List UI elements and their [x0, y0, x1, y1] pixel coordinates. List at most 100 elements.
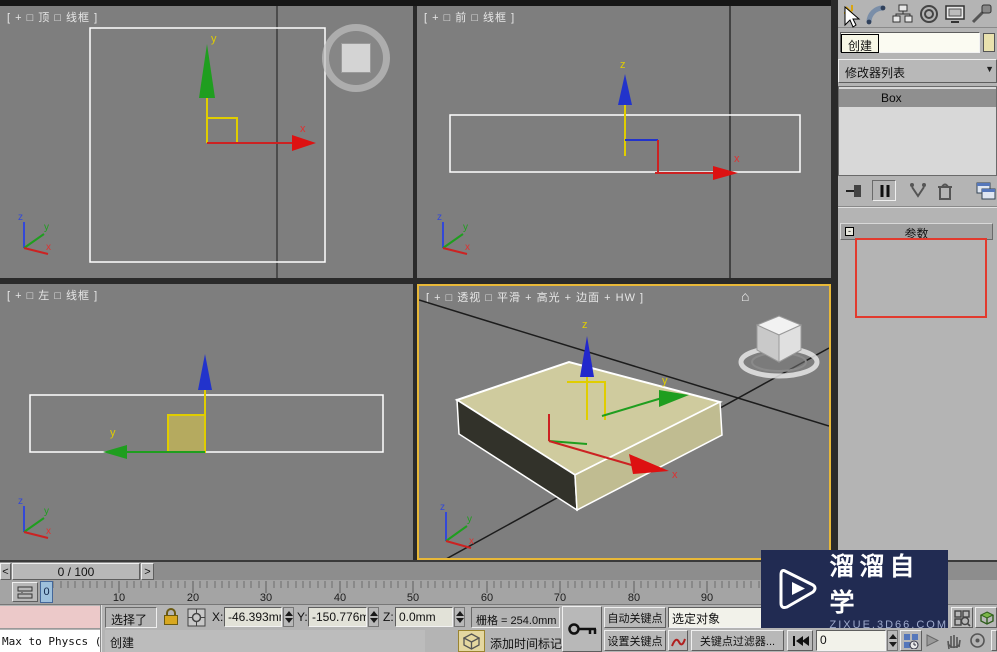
svg-text:x: x	[672, 469, 678, 481]
zoom-extents-all-button[interactable]	[951, 607, 973, 628]
modifier-list-dropdown[interactable]: 修改器列表 ▼	[838, 59, 997, 83]
command-panel: 创建 修改器列表 ▼ Box 参数 -	[838, 0, 997, 560]
set-key-button[interactable]	[562, 606, 602, 652]
svg-text:z: z	[18, 212, 23, 223]
object-color-swatch[interactable]	[983, 33, 995, 52]
time-slider-next-button[interactable]: >	[141, 563, 154, 580]
svg-text:y: y	[211, 33, 217, 45]
modifier-stack-list[interactable]: Box	[838, 86, 997, 176]
svg-text:z: z	[437, 212, 442, 223]
svg-text:y: y	[44, 506, 49, 517]
tab-utilities-icon[interactable]	[970, 3, 992, 25]
field-of-view-button[interactable]	[975, 607, 997, 628]
open-mini-curve-editor-button[interactable]	[12, 582, 38, 602]
ruler-tick-60: 60	[480, 592, 494, 604]
command-panel-tabs	[838, 0, 997, 28]
play-animation-button[interactable]	[924, 630, 941, 651]
modifier-stack-item-box[interactable]: Box	[839, 89, 996, 107]
viewport-perspective[interactable]: [ + □ 透视 □ 平滑 + 高光 + 边面 + HW ] ⌂ z y x z…	[417, 284, 831, 560]
x-coord-label: X:	[212, 610, 224, 624]
orbit-icon[interactable]	[967, 630, 989, 651]
svg-text:x: x	[734, 153, 740, 165]
svg-text:y: y	[44, 222, 49, 233]
time-slider-prev-button[interactable]: <	[0, 563, 11, 580]
ruler-tick-20: 20	[186, 592, 200, 604]
key-mode-toggle-button[interactable]	[668, 630, 688, 651]
status-prompt: 选择了	[105, 607, 157, 628]
rollout-collapse-icon[interactable]: -	[845, 227, 854, 236]
chevron-down-icon[interactable]: ▼	[985, 64, 994, 74]
maxscript-listener-pink[interactable]	[0, 606, 100, 629]
remove-modifier-icon[interactable]	[936, 181, 954, 201]
viewport-top[interactable]: [ + □ 顶 □ 线框 ] y x z y x	[0, 6, 413, 278]
svg-text:x: x	[300, 123, 306, 135]
selection-lock-icon[interactable]	[163, 608, 179, 627]
key-icon	[568, 623, 597, 635]
ruler-tick-90: 90	[700, 592, 714, 604]
ruler-tick-10: 10	[112, 592, 126, 604]
absolute-offset-toggle-icon[interactable]	[186, 607, 207, 628]
x-coord-spinner[interactable]	[283, 607, 294, 627]
svg-text:y: y	[467, 514, 472, 525]
max-application-window: [ + □ 顶 □ 线框 ] y x z y x [ + □ 前 □ 线框 ]	[0, 0, 997, 652]
svg-text:x: x	[46, 242, 51, 253]
watermark-title: 溜溜自学	[829, 553, 920, 617]
watermark-logo-icon	[779, 569, 817, 609]
configure-modifier-sets-icon[interactable]	[976, 181, 996, 201]
ruler-tick-30: 30	[259, 592, 273, 604]
current-frame-field[interactable]: 0	[816, 630, 886, 651]
ruler-tick-70: 70	[553, 592, 567, 604]
tab-motion-icon[interactable]	[918, 3, 940, 25]
add-time-tag[interactable]: 添加时间标记	[490, 635, 562, 652]
modifier-stack-toolbar	[838, 178, 997, 204]
viewport-left-canvas: y z y x	[18, 354, 384, 539]
viewport-front[interactable]: [ + □ 前 □ 线框 ] z x z y x	[417, 6, 833, 278]
time-configuration-button[interactable]	[900, 630, 922, 651]
y-coord-spinner[interactable]	[368, 607, 379, 627]
pin-stack-icon[interactable]	[844, 182, 864, 200]
svg-text:y: y	[662, 375, 668, 387]
tooltip-create: 创建	[841, 34, 879, 53]
svg-text:y: y	[463, 222, 468, 233]
grid-size-display: 栅格 = 254.0mm	[471, 607, 560, 628]
listener-divider[interactable]	[100, 605, 102, 652]
svg-text:x: x	[469, 536, 474, 547]
maxscript-listener-line[interactable]: Max to Physcs (	[0, 630, 100, 652]
ruler-tick-40: 40	[333, 592, 347, 604]
viewport-front-canvas: z x z y x	[437, 6, 801, 278]
svg-text:z: z	[440, 502, 445, 513]
show-end-result-button[interactable]	[872, 180, 896, 201]
y-coord-field[interactable]: -150.776mm	[308, 607, 367, 627]
viewcube-top-face[interactable]	[341, 43, 371, 73]
maximize-toggle-button-partial[interactable]	[991, 630, 997, 651]
z-coord-field[interactable]: 0.0mm	[395, 607, 453, 627]
make-unique-icon[interactable]	[908, 182, 928, 200]
viewport-divider-horizontal[interactable]	[0, 278, 833, 284]
current-frame-spinner[interactable]	[887, 630, 898, 651]
isolate-cube-button[interactable]	[458, 630, 485, 652]
tab-display-icon[interactable]	[944, 3, 966, 25]
set-keys-button[interactable]: 设置关键点	[604, 630, 666, 651]
x-coord-field[interactable]: -46.393mm	[224, 607, 282, 627]
timeline-frame-marker[interactable]: 0	[40, 581, 53, 603]
pan-hand-icon[interactable]	[943, 630, 965, 651]
svg-text:z: z	[620, 59, 626, 71]
panel-divider	[831, 0, 838, 560]
auto-key-button[interactable]: 自动关键点	[604, 607, 666, 628]
y-coord-label: Y:	[297, 610, 308, 624]
svg-text:z: z	[582, 319, 588, 331]
svg-text:x: x	[465, 242, 470, 253]
go-to-start-button[interactable]	[787, 630, 813, 651]
key-filters-button[interactable]: 关键点过滤器...	[691, 630, 784, 651]
viewcube-perspective	[738, 315, 820, 379]
svg-text:z: z	[18, 496, 23, 507]
time-slider-handle[interactable]: 0 / 100	[12, 563, 140, 580]
tab-modify-icon[interactable]	[866, 3, 888, 25]
viewport-left[interactable]: [ + □ 左 □ 线框 ] y z y x	[0, 284, 413, 560]
svg-text:y: y	[110, 427, 116, 439]
svg-text:x: x	[46, 526, 51, 537]
ruler-tick-80: 80	[627, 592, 641, 604]
viewport-perspective-canvas: z y x z y x	[419, 299, 829, 558]
tab-hierarchy-icon[interactable]	[892, 3, 914, 25]
z-coord-spinner[interactable]	[454, 607, 465, 627]
